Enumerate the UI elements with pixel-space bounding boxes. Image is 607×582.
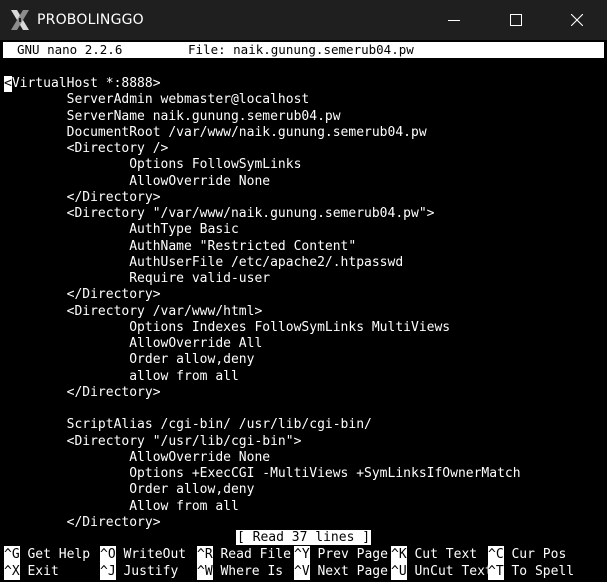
editor-line: <Directory /> xyxy=(4,141,169,156)
shortcut-label: Next Page xyxy=(309,564,388,579)
shortcut-key: ^G xyxy=(4,546,20,563)
shortcut-item: ^C Cur Pos xyxy=(488,546,566,563)
editor-line: AllowOverride None xyxy=(4,173,271,189)
shortcut-key: ^X xyxy=(4,563,20,580)
shortcut-label: WriteOut xyxy=(115,547,187,562)
minimize-button[interactable] xyxy=(431,0,477,40)
shortcut-key: ^W xyxy=(197,563,213,580)
terminal-window: PROBOLINGGO GNU nano 2.2.6 File: naik.gu… xyxy=(0,0,607,582)
editor-line: </Directory> xyxy=(4,384,161,400)
shortcut-label: To Spell xyxy=(503,564,575,579)
text-cursor: < xyxy=(4,76,12,93)
editor-line: </Directory> xyxy=(4,189,161,205)
shortcut-key: ^C xyxy=(488,546,504,563)
shortcut-item: ^R Read File xyxy=(197,546,291,563)
shortcut-item: ^T To Spell xyxy=(488,563,574,580)
shortcut-label: Where Is xyxy=(212,564,284,579)
editor-line: </Directory> xyxy=(4,287,161,303)
editor-buffer[interactable]: <VirtualHost *:8888> ServerAdmin webmast… xyxy=(4,76,604,531)
editor-line: ServerAdmin webmaster@localhost xyxy=(4,92,310,108)
shortcut-item: ^G Get Help xyxy=(4,546,90,563)
editor-line: AuthUserFile /etc/apache2/.htpasswd xyxy=(4,254,404,270)
editor-line: Order allow,deny xyxy=(4,352,255,368)
editor-line: DocumentRoot /var/www/naik.gunung.semeru… xyxy=(4,124,427,140)
maximize-button[interactable] xyxy=(493,0,539,40)
editor-line: </Directory> xyxy=(4,514,161,530)
shortcut-label: Prev Page xyxy=(309,547,388,562)
editor-line: ScriptAlias /cgi-bin/ /usr/lib/cgi-bin/ xyxy=(4,417,372,433)
nano-version: GNU nano 2.2.6 xyxy=(17,42,123,57)
shortcut-label: Cur Pos xyxy=(503,547,567,562)
x-logo-icon xyxy=(9,9,31,31)
shortcut-label: Cut Text xyxy=(406,547,478,562)
shortcut-item: ^J Justify xyxy=(100,563,178,580)
shortcut-item: ^U UnCut Text xyxy=(391,563,493,580)
editor-line: AuthName "Restricted Content" xyxy=(4,238,357,254)
shortcut-item: ^X Exit xyxy=(4,563,59,580)
editor-line: Require valid-user xyxy=(4,271,271,286)
shortcut-label: Justify xyxy=(115,564,179,579)
shortcut-key: ^O xyxy=(100,546,116,563)
editor-line: Options +ExecCGI -MultiViews +SymLinksIf… xyxy=(4,466,521,481)
shortcut-bar: ^G Get Help ^O WriteOut ^R Read File ^Y Pre… xyxy=(4,546,604,582)
editor-line: Options Indexes FollowSymLinks MultiView… xyxy=(4,319,451,335)
editor-line: Allow from all xyxy=(4,498,239,514)
minimize-icon xyxy=(448,20,460,21)
shortcut-key: ^K xyxy=(391,546,407,563)
editor-line: <Directory /var/www/html> xyxy=(4,303,263,319)
editor-line: allow from all xyxy=(4,368,239,384)
shortcut-key: ^T xyxy=(488,563,504,580)
shortcut-label: Get Help xyxy=(19,547,91,562)
shortcut-item: ^K Cut Text xyxy=(391,546,477,563)
editor-line: <Directory "/usr/lib/cgi-bin"> xyxy=(4,433,302,449)
editor-line: Order allow,deny xyxy=(4,482,255,498)
close-icon xyxy=(571,14,583,26)
shortcut-label: UnCut Text xyxy=(406,564,493,579)
editor-line: ServerName naik.gunung.semerub04.pw xyxy=(4,108,341,124)
shortcut-key: ^V xyxy=(294,563,310,580)
editor-line: AllowOverride All xyxy=(4,336,263,351)
editor-line: <VirtualHost *:8888> xyxy=(4,76,161,93)
editor-line: AuthType Basic xyxy=(4,222,239,238)
title-bar[interactable]: PROBOLINGGO xyxy=(0,0,607,40)
shortcut-key: ^J xyxy=(100,563,116,580)
shortcut-key: ^R xyxy=(197,546,213,563)
shortcut-label: Exit xyxy=(19,564,59,579)
maximize-icon xyxy=(510,14,522,26)
editor-line: AllowOverride None xyxy=(4,449,271,465)
status-message: [ Read 37 lines ] xyxy=(236,530,372,545)
window-title: PROBOLINGGO xyxy=(37,12,144,28)
shortcut-item: ^O WriteOut xyxy=(100,546,186,563)
shortcut-item: ^W Where Is xyxy=(197,563,283,580)
editor-line: Options FollowSymLinks xyxy=(4,157,302,173)
terminal-area[interactable]: GNU nano 2.2.6 File: naik.gunung.semerub… xyxy=(0,40,607,582)
shortcut-key: ^Y xyxy=(294,546,310,563)
shortcut-key: ^U xyxy=(391,563,407,580)
shortcut-item: ^Y Prev Page xyxy=(294,546,388,563)
nano-header-bar: GNU nano 2.2.6 File: naik.gunung.semerub… xyxy=(3,42,604,58)
close-button[interactable] xyxy=(554,0,600,40)
editor-line: <Directory "/var/www/naik.gunung.semerub… xyxy=(4,206,435,221)
nano-filename: File: naik.gunung.semerub04.pw xyxy=(188,42,414,57)
shortcut-item: ^V Next Page xyxy=(294,563,388,580)
shortcut-label: Read File xyxy=(212,547,291,562)
